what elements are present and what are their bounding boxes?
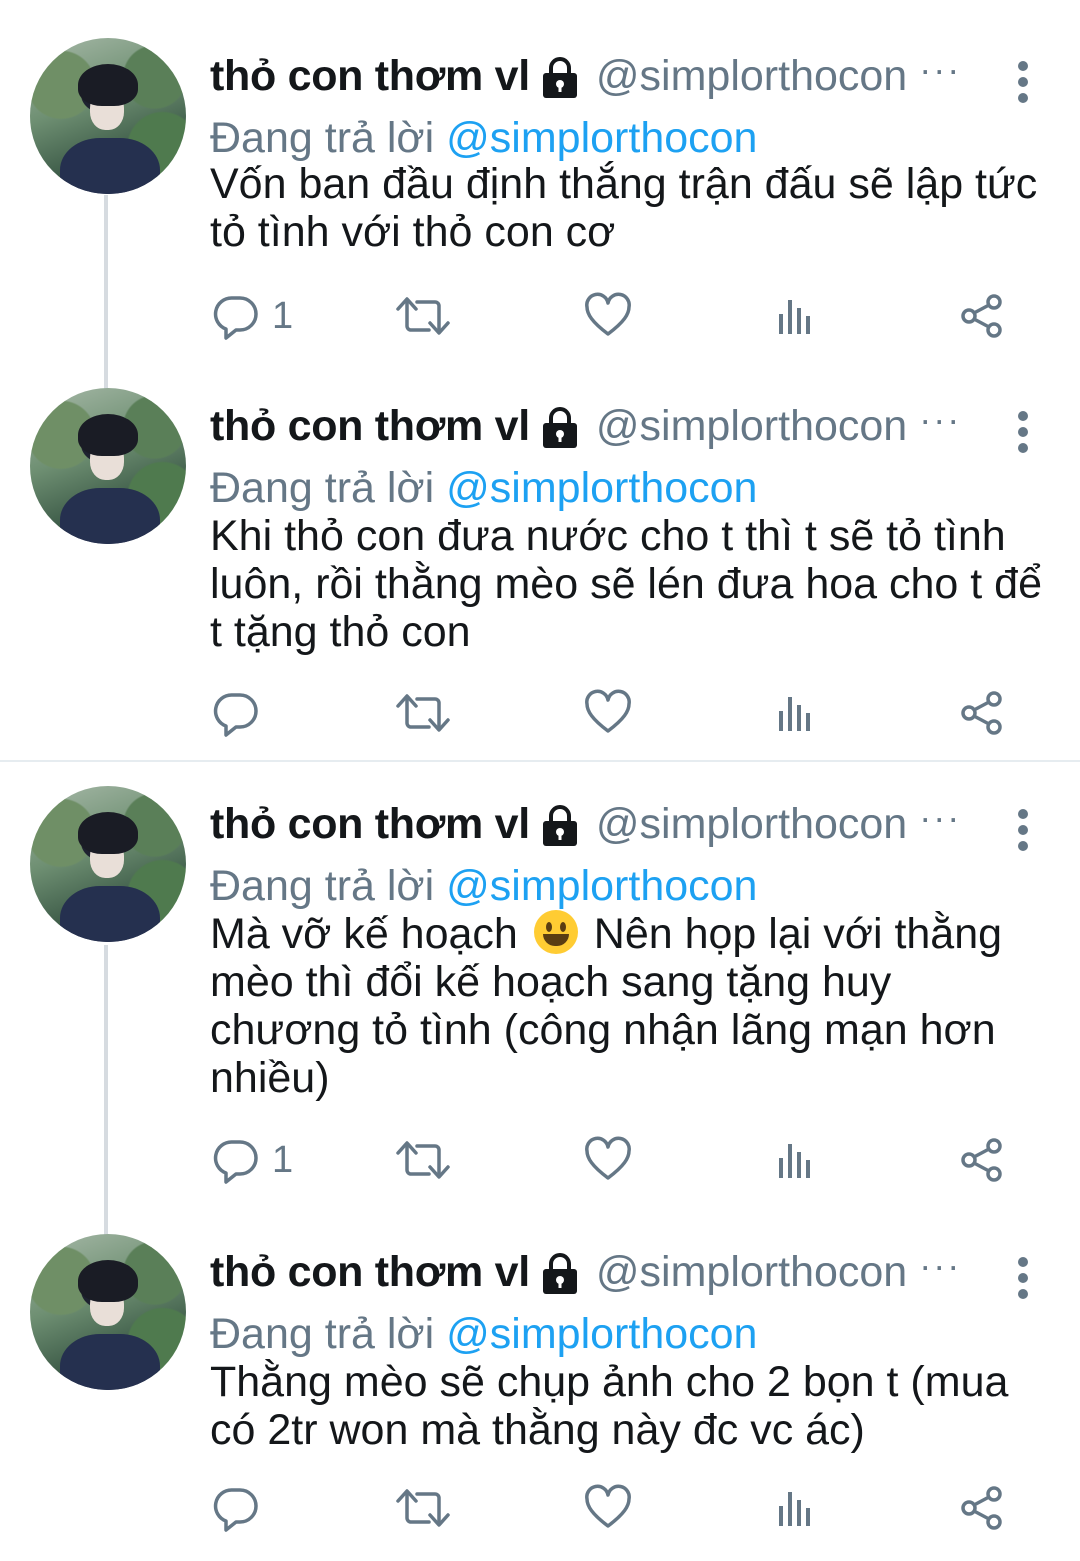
stats-button[interactable] — [773, 683, 817, 743]
like-button[interactable] — [584, 1130, 632, 1190]
retweet-icon — [395, 292, 451, 340]
avatar[interactable] — [30, 38, 186, 194]
speech-bubble-icon — [212, 292, 260, 340]
replying-to-label: Đang trả lời — [210, 114, 435, 162]
tweet-text-part: Mà vỡ kế hoạch — [210, 910, 518, 958]
tweet[interactable]: thỏ con thơm vl @simplorthocon ··· Đang … — [0, 370, 1080, 760]
heart-icon — [584, 1136, 632, 1184]
ellipsis: ··· — [919, 49, 962, 90]
speech-bubble-icon — [212, 1484, 260, 1532]
tweet-header: thỏ con thơm vl @simplorthocon ··· — [210, 398, 1010, 454]
stats-button[interactable] — [773, 1478, 817, 1538]
vertical-dots-icon[interactable] — [1016, 410, 1030, 454]
tweet[interactable]: thỏ con thơm vl @simplorthocon ··· Đang … — [0, 768, 1080, 1218]
vertical-dots-icon[interactable] — [1016, 808, 1030, 852]
retweet-button[interactable] — [395, 1478, 451, 1538]
user-handle[interactable]: @simplorthocon — [596, 52, 907, 101]
retweet-button[interactable] — [395, 683, 451, 743]
avatar[interactable] — [30, 786, 186, 942]
action-bar — [210, 683, 1030, 743]
ellipsis: ··· — [919, 797, 962, 838]
reply-count: 1 — [272, 1138, 294, 1181]
heart-icon — [584, 292, 632, 340]
lock-icon — [540, 1252, 580, 1296]
replying-to: Đang trả lời @simplorthocon — [210, 464, 757, 513]
avatar[interactable] — [30, 1234, 186, 1390]
mention-link[interactable]: @simplorthocon — [446, 862, 757, 910]
display-name[interactable]: thỏ con thơm vl — [210, 1248, 530, 1297]
tweet-text: Thằng mèo sẽ chụp ảnh cho 2 bọn t (mua c… — [210, 1358, 1009, 1454]
share-icon — [958, 1136, 1006, 1184]
vertical-dots-icon[interactable] — [1016, 60, 1030, 104]
action-bar — [210, 1478, 1030, 1538]
bar-chart-icon — [773, 691, 817, 735]
ellipsis: ··· — [919, 399, 962, 440]
display-name[interactable]: thỏ con thơm vl — [210, 800, 530, 849]
share-icon — [958, 689, 1006, 737]
tweet-text: Mà vỡ kế hoạch Nên họp lại với thằng mèo… — [210, 910, 1050, 1102]
vertical-dots-icon[interactable] — [1016, 1256, 1030, 1300]
thread-divider — [0, 760, 1080, 762]
heart-icon — [584, 1484, 632, 1532]
tweet-header: thỏ con thơm vl @simplorthocon ··· — [210, 796, 1010, 852]
speech-bubble-icon — [212, 689, 260, 737]
tweet-header: thỏ con thơm vl @simplorthocon ··· — [210, 1244, 1010, 1300]
retweet-icon — [395, 1136, 451, 1184]
mention-link[interactable]: @simplorthocon — [446, 1310, 757, 1358]
stats-button[interactable] — [773, 286, 817, 346]
replying-to-label: Đang trả lời — [210, 464, 435, 512]
tweet[interactable]: thỏ con thơm vl @simplorthocon ··· Đang … — [0, 20, 1080, 380]
share-icon — [958, 292, 1006, 340]
mention-link[interactable]: @simplorthocon — [446, 114, 757, 162]
tweet-text: Vốn ban đầu định thắng trận đấu sẽ lập t… — [210, 160, 1038, 256]
share-button[interactable] — [958, 1130, 1006, 1190]
mention-link[interactable]: @simplorthocon — [446, 464, 757, 512]
stats-button[interactable] — [773, 1130, 817, 1190]
share-button[interactable] — [958, 286, 1006, 346]
ellipsis: ··· — [919, 1245, 962, 1286]
action-bar: 1 — [210, 286, 1030, 346]
reply-button[interactable] — [212, 1478, 272, 1538]
replying-to-label: Đang trả lời — [210, 862, 435, 910]
tweet-header: thỏ con thơm vl @simplorthocon ··· — [210, 48, 1010, 104]
retweet-button[interactable] — [395, 286, 451, 346]
like-button[interactable] — [584, 286, 632, 346]
replying-to: Đang trả lời @simplorthocon — [210, 114, 757, 163]
reply-count: 1 — [272, 294, 294, 337]
tweet[interactable]: thỏ con thơm vl @simplorthocon ··· Đang … — [0, 1216, 1080, 1561]
smiley-emoji-icon — [533, 910, 578, 954]
like-button[interactable] — [584, 683, 632, 743]
bar-chart-icon — [773, 294, 817, 338]
reply-button[interactable] — [212, 683, 272, 743]
share-button[interactable] — [958, 1478, 1006, 1538]
display-name[interactable]: thỏ con thơm vl — [210, 52, 530, 101]
like-button[interactable] — [584, 1478, 632, 1538]
replying-to-label: Đang trả lời — [210, 1310, 435, 1358]
heart-icon — [584, 689, 632, 737]
user-handle[interactable]: @simplorthocon — [596, 402, 907, 451]
retweet-icon — [395, 689, 451, 737]
share-button[interactable] — [958, 683, 1006, 743]
lock-icon — [540, 56, 580, 100]
retweet-button[interactable] — [395, 1130, 451, 1190]
replying-to: Đang trả lời @simplorthocon — [210, 1310, 757, 1359]
replying-to: Đang trả lời @simplorthocon — [210, 862, 757, 911]
retweet-icon — [395, 1484, 451, 1532]
share-icon — [958, 1484, 1006, 1532]
display-name[interactable]: thỏ con thơm vl — [210, 402, 530, 451]
speech-bubble-icon — [212, 1136, 260, 1184]
user-handle[interactable]: @simplorthocon — [596, 1248, 907, 1297]
bar-chart-icon — [773, 1138, 817, 1182]
action-bar: 1 — [210, 1130, 1030, 1190]
lock-icon — [540, 406, 580, 450]
reply-button[interactable]: 1 — [212, 286, 293, 346]
avatar[interactable] — [30, 388, 186, 544]
reply-button[interactable]: 1 — [212, 1130, 293, 1190]
lock-icon — [540, 804, 580, 848]
tweet-text: Khi thỏ con đưa nước cho t thì t sẽ tỏ t… — [210, 512, 1043, 656]
user-handle[interactable]: @simplorthocon — [596, 800, 907, 849]
bar-chart-icon — [773, 1486, 817, 1530]
